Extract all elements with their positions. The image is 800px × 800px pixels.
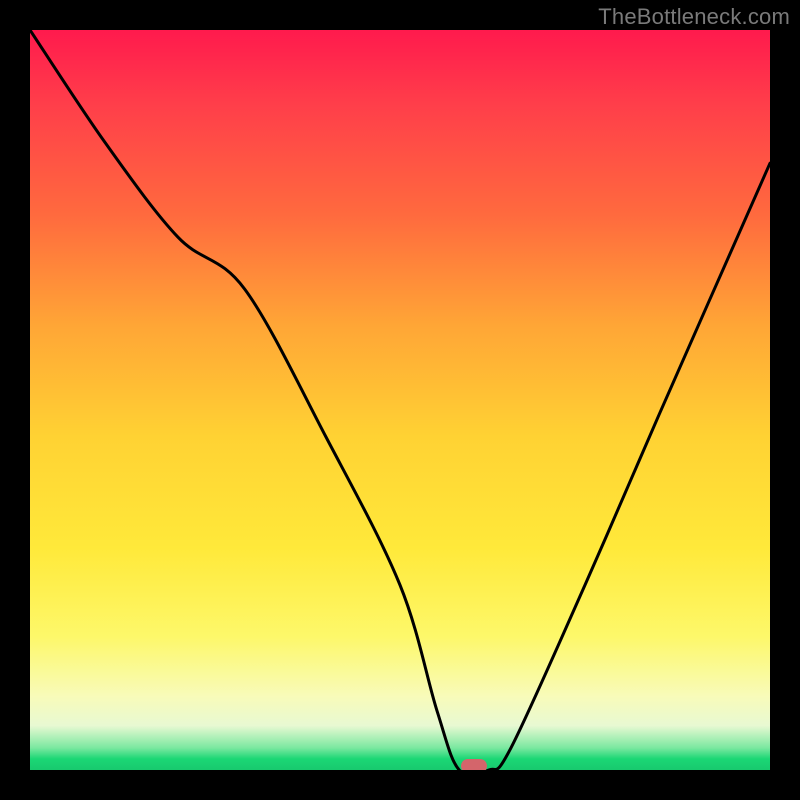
chart-frame: TheBottleneck.com [0, 0, 800, 800]
watermark-text: TheBottleneck.com [598, 4, 790, 30]
bottleneck-curve [30, 30, 770, 770]
optimal-point-marker [461, 759, 487, 770]
plot-area [30, 30, 770, 770]
